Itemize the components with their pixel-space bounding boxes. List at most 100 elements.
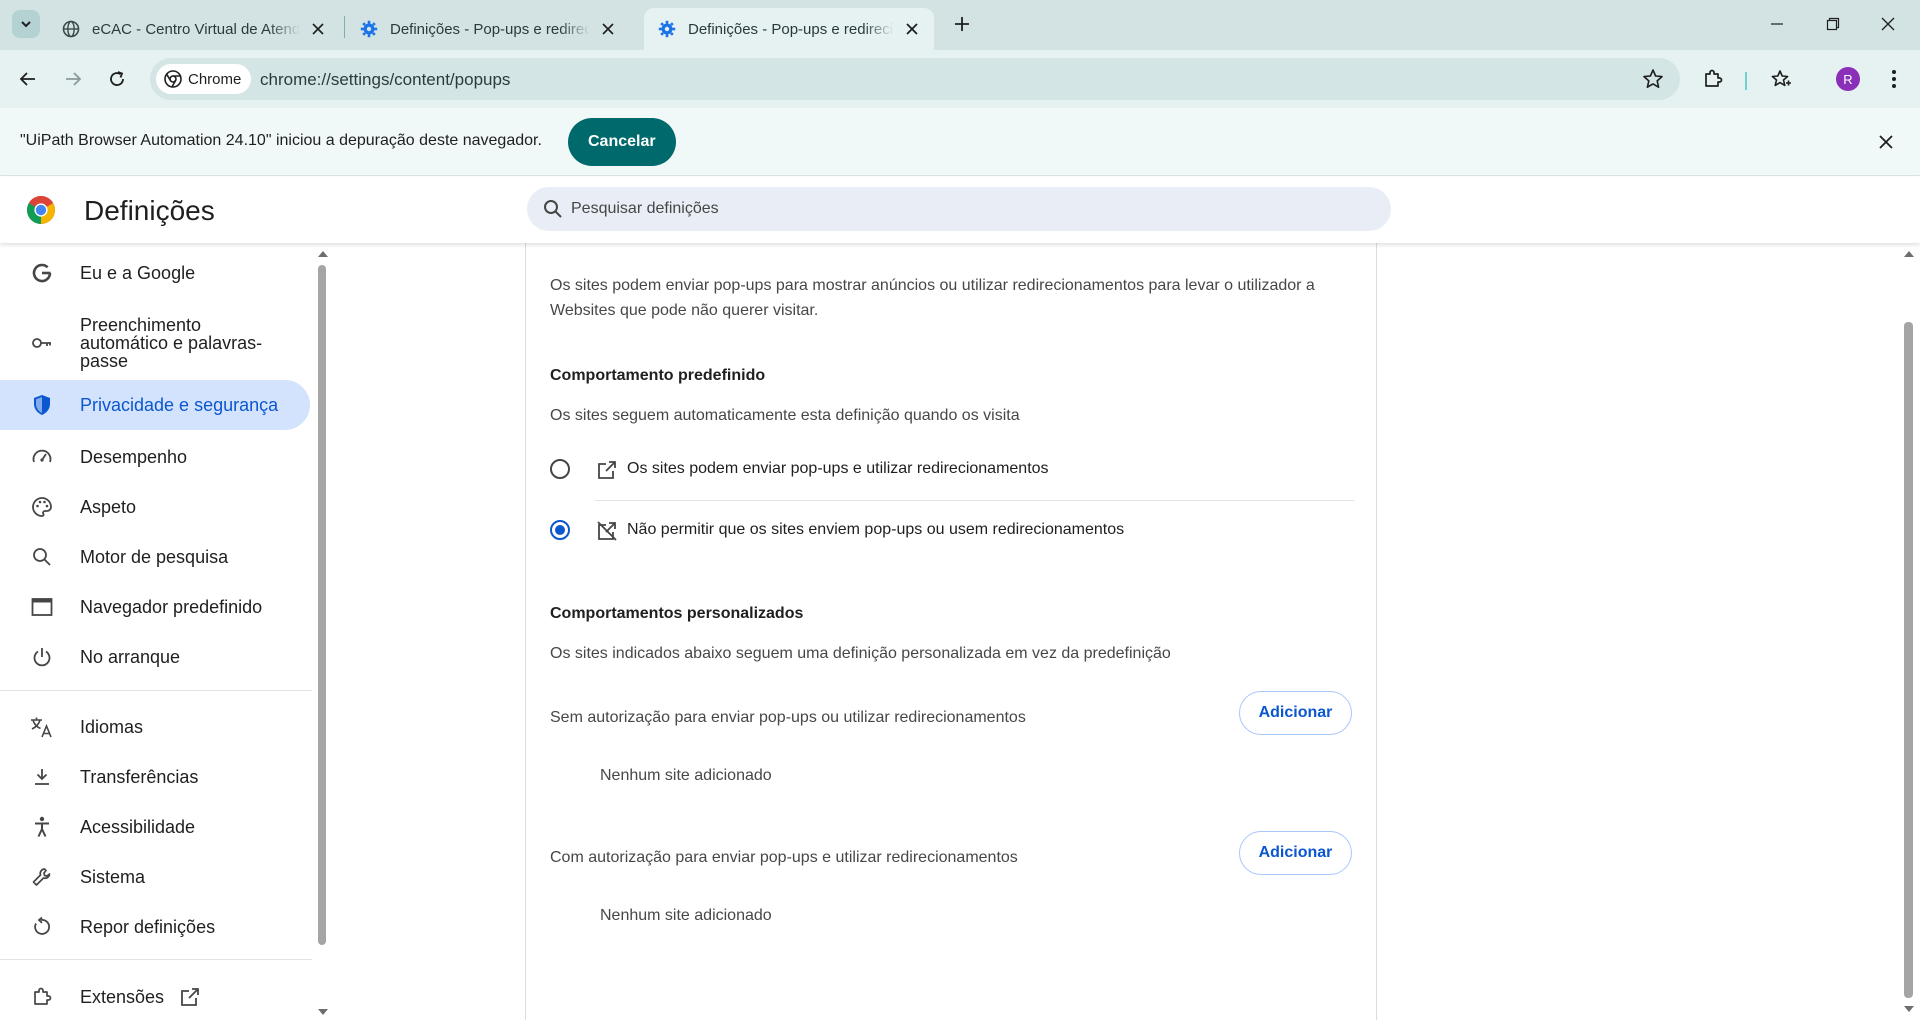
tab-title: Definições - Pop-ups e redirecionamentos [390, 20, 590, 38]
sidebar-item-on-startup[interactable]: No arranque [0, 641, 310, 673]
radio-label: Não permitir que os sites enviem pop-ups… [627, 521, 1125, 538]
address-bar[interactable]: Chrome chrome://settings/content/popups [150, 58, 1680, 100]
reload-button[interactable] [103, 65, 131, 93]
site-info-chip[interactable]: Chrome [156, 64, 252, 94]
sidebar-item-default-browser[interactable]: Navegador predefinido [0, 591, 310, 623]
more-vertical-icon [1892, 70, 1896, 88]
sidebar-item-label: Aspeto [80, 496, 137, 517]
sidebar-item-label: Sistema [80, 866, 146, 887]
translate-icon [30, 715, 54, 739]
shield-icon [30, 393, 54, 417]
sidebar-item-system[interactable]: Sistema [0, 861, 310, 893]
sidebar-item-label: Extensões [80, 986, 165, 1007]
minimize-button[interactable] [1765, 12, 1789, 36]
power-icon [30, 645, 54, 669]
radio-button-unchecked[interactable] [550, 459, 570, 479]
new-tab-button[interactable] [950, 12, 974, 36]
sidebar-item-you-and-google[interactable]: Eu e a Google [0, 257, 310, 289]
debugging-infobar: "UiPath Browser Automation 24.10" inicio… [0, 108, 1920, 176]
search-input[interactable] [571, 187, 1371, 231]
profile-avatar[interactable]: R [1836, 67, 1860, 91]
popups-settings-card: Os sites podem enviar pop-ups para mostr… [525, 243, 1377, 1020]
plus-icon [955, 17, 969, 31]
close-window-button[interactable] [1876, 12, 1900, 36]
sidebar-item-label: Desempenho [80, 446, 188, 467]
browser-toolbar: Chrome chrome://settings/content/popups … [0, 50, 1920, 108]
close-icon[interactable] [600, 21, 616, 37]
close-icon[interactable] [310, 21, 326, 37]
add-blocked-site-button[interactable]: Adicionar [1239, 691, 1352, 735]
chrome-logo-icon [164, 70, 182, 88]
globe-icon [62, 20, 80, 38]
sidebar-scrollbar-thumb[interactable] [318, 265, 326, 945]
gear-icon [658, 20, 676, 38]
tab-popups-1[interactable]: Definições - Pop-ups e redirecionamentos [346, 8, 630, 50]
tab-popups-2[interactable]: Definições - Pop-ups e redirecionamentos [644, 8, 934, 50]
sidebar-divider [0, 959, 312, 960]
sidebar-item-autofill[interactable]: Preenchimento automático e palavras-pass… [0, 315, 310, 371]
search-icon [30, 545, 54, 569]
arrow-left-icon [19, 72, 35, 86]
radio-block-popups[interactable]: Não permitir que os sites enviem pop-ups… [550, 506, 1354, 556]
sidebar-item-search-engine[interactable]: Motor de pesquisa [0, 541, 310, 573]
sidebar-item-performance[interactable]: Desempenho [0, 441, 310, 473]
custom-behaviors-subtitle: Os sites indicados abaixo seguem uma def… [550, 645, 1171, 662]
sidebar-item-reset[interactable]: Repor definições [0, 911, 310, 943]
sidebar-item-extensions[interactable]: Extensões [0, 981, 310, 1013]
chrome-logo-icon [27, 196, 55, 224]
restore-button[interactable] [1821, 12, 1845, 36]
minimize-icon [1771, 23, 1783, 25]
scroll-up-arrow-icon[interactable] [316, 249, 330, 259]
popups-description: Os sites podem enviar pop-ups para mostr… [550, 277, 1315, 319]
sidebar-item-downloads[interactable]: Transferências [0, 761, 310, 793]
puzzle-icon [30, 985, 54, 1009]
back-button[interactable] [14, 65, 42, 93]
custom-behaviors-title: Comportamentos personalizados [550, 605, 804, 622]
bookmarks-button[interactable] [1767, 65, 1795, 93]
radio-allow-popups[interactable]: Os sites podem enviar pop-ups e utilizar… [550, 445, 1354, 495]
star-list-icon [1771, 70, 1791, 87]
close-icon[interactable] [904, 21, 920, 37]
sidebar-item-label: Repor definições [80, 916, 216, 937]
scroll-up-arrow-icon[interactable] [1903, 249, 1915, 259]
sidebar-item-label: Preenchimento automático e palavras-pass… [80, 315, 263, 371]
accessibility-icon [30, 815, 54, 839]
url-text[interactable]: chrome://settings/content/popups [260, 70, 510, 90]
forward-button[interactable] [59, 65, 87, 93]
scroll-down-arrow-icon[interactable] [316, 1007, 330, 1017]
option-divider [595, 500, 1354, 501]
sidebar-item-label: Idiomas [80, 716, 144, 737]
chevron-down-icon [21, 21, 31, 28]
tab-title: eCAC - Centro Virtual de Atendimento [92, 20, 300, 38]
settings-sidebar: Eu e a Google Preenchimento automático e… [0, 243, 328, 1020]
add-allowed-site-button[interactable]: Adicionar [1239, 831, 1352, 875]
speedometer-icon [30, 445, 54, 469]
settings-search[interactable] [527, 187, 1391, 231]
sidebar-item-accessibility[interactable]: Acessibilidade [0, 811, 310, 843]
open-in-new-icon [179, 986, 201, 1013]
sidebar-item-label: Motor de pesquisa [80, 546, 229, 567]
arrow-right-icon [66, 72, 82, 86]
close-icon [1881, 17, 1895, 31]
puzzle-icon [1705, 69, 1723, 87]
tab-ecac[interactable]: eCAC - Centro Virtual de Atendimento [48, 8, 340, 50]
default-behavior-subtitle: Os sites seguem automaticamente esta def… [550, 407, 1020, 424]
sidebar-item-appearance[interactable]: Aspeto [0, 491, 310, 523]
infobar-close-button[interactable] [1876, 132, 1896, 152]
scroll-down-arrow-icon[interactable] [1903, 1004, 1915, 1014]
radio-button-checked[interactable] [550, 520, 570, 540]
menu-button[interactable] [1880, 65, 1908, 93]
bookmark-star-icon[interactable] [1642, 68, 1664, 90]
tab-search-button[interactable] [12, 10, 40, 38]
reset-icon [30, 915, 54, 939]
sidebar-item-languages[interactable]: Idiomas [0, 711, 310, 743]
extensions-button[interactable] [1699, 65, 1727, 93]
download-icon [30, 765, 54, 789]
page-scrollbar-thumb[interactable] [1904, 322, 1913, 998]
sidebar-item-privacy[interactable]: Privacidade e segurança [0, 380, 310, 430]
tab-separator [344, 16, 345, 38]
sidebar-item-label: Privacidade e segurança [80, 394, 279, 415]
cancel-button[interactable]: Cancelar [568, 118, 676, 166]
popup-blocked-icon [597, 521, 617, 541]
wrench-icon [30, 865, 54, 889]
